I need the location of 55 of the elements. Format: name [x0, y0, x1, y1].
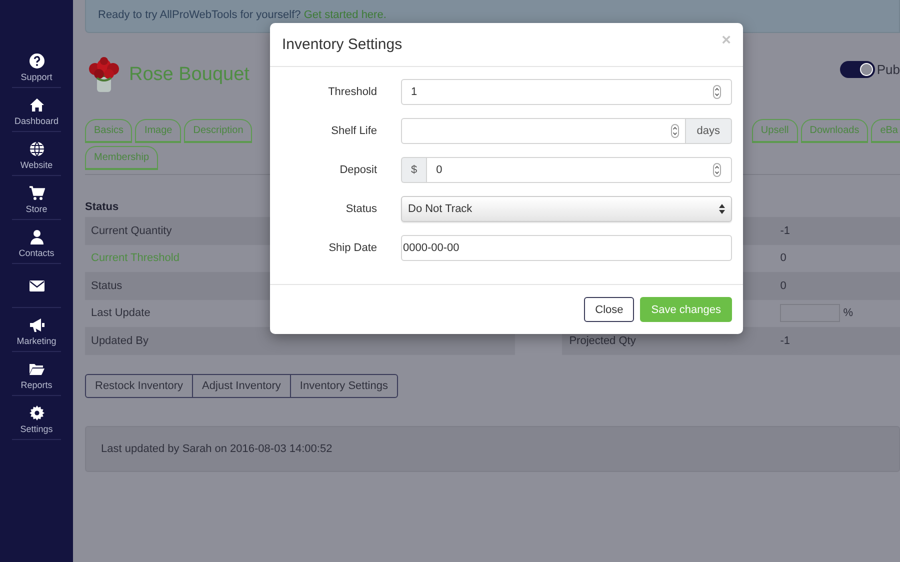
nav-label[interactable]: Website: [20, 160, 53, 171]
globe-icon[interactable]: [28, 141, 44, 157]
dialog-title: Inventory Settings: [282, 36, 402, 53]
field-label: Deposit: [338, 164, 377, 176]
folder-icon[interactable]: [28, 361, 44, 377]
nav-label[interactable]: Support: [20, 72, 52, 83]
unit-addon: days: [686, 118, 732, 144]
row-value: -1: [780, 224, 790, 237]
banner-text: Ready to try AllProWebTools for yourself? Get started here.: [98, 9, 386, 21]
row-label: Updated By: [91, 334, 148, 347]
row-label: Projected Qty: [569, 334, 636, 347]
row-value: 0: [780, 280, 786, 292]
action-button[interactable]: Inventory Settings: [290, 374, 398, 398]
field-label: Status: [344, 203, 377, 215]
person-icon[interactable]: [28, 229, 44, 245]
spinner-icon[interactable]: [713, 85, 721, 99]
input-field[interactable]: 0: [426, 157, 732, 183]
house-icon[interactable]: [28, 97, 44, 113]
input-field[interactable]: 1: [401, 79, 732, 105]
status-select[interactable]: Do Not Track: [401, 196, 732, 222]
settings-icon[interactable]: [28, 405, 44, 421]
field-label: Shelf Life: [330, 125, 377, 137]
action-button[interactable]: Restock Inventory: [85, 374, 194, 398]
close-button[interactable]: Close: [584, 297, 634, 322]
input-field[interactable]: [401, 118, 686, 144]
nav-label[interactable]: Settings: [20, 424, 53, 435]
publish-toggle[interactable]: [840, 60, 875, 78]
product-title: Rose Bouquet: [129, 64, 250, 86]
nav-label[interactable]: Reports: [20, 380, 52, 391]
nav-label[interactable]: Dashboard: [14, 116, 59, 127]
help-icon[interactable]: [28, 53, 44, 69]
spinner-icon[interactable]: [671, 124, 679, 138]
row-label: Status: [91, 280, 122, 292]
row-value: -1: [780, 334, 790, 347]
cart-icon[interactable]: [28, 185, 44, 201]
row-value: 0: [780, 252, 786, 264]
last-updated-note: Last updated by Sarah on 2016-08-03 14:00:52: [85, 426, 900, 472]
envelope-icon[interactable]: [28, 278, 44, 294]
unit-label: %: [843, 307, 853, 320]
spinner-icon[interactable]: [713, 163, 721, 177]
row-label: Last Update: [91, 307, 150, 320]
section-heading: Status: [85, 201, 119, 213]
field-label: Ship Date: [328, 242, 377, 254]
save-button[interactable]: Save changes: [640, 297, 732, 322]
nav-label[interactable]: Marketing: [16, 336, 56, 347]
input-field[interactable]: 0000-00-00: [401, 235, 732, 261]
action-button[interactable]: Adjust Inventory: [192, 374, 291, 398]
nav-label[interactable]: Contacts: [18, 248, 54, 259]
row-label: Current Quantity: [91, 224, 172, 237]
field-label: Threshold: [327, 86, 377, 98]
currency-addon: $: [401, 157, 426, 183]
toggle-label: Pub: [876, 62, 900, 76]
nav-label[interactable]: Store: [26, 204, 48, 215]
megaphone-icon[interactable]: [28, 317, 44, 333]
select-arrows-icon[interactable]: [719, 204, 725, 214]
